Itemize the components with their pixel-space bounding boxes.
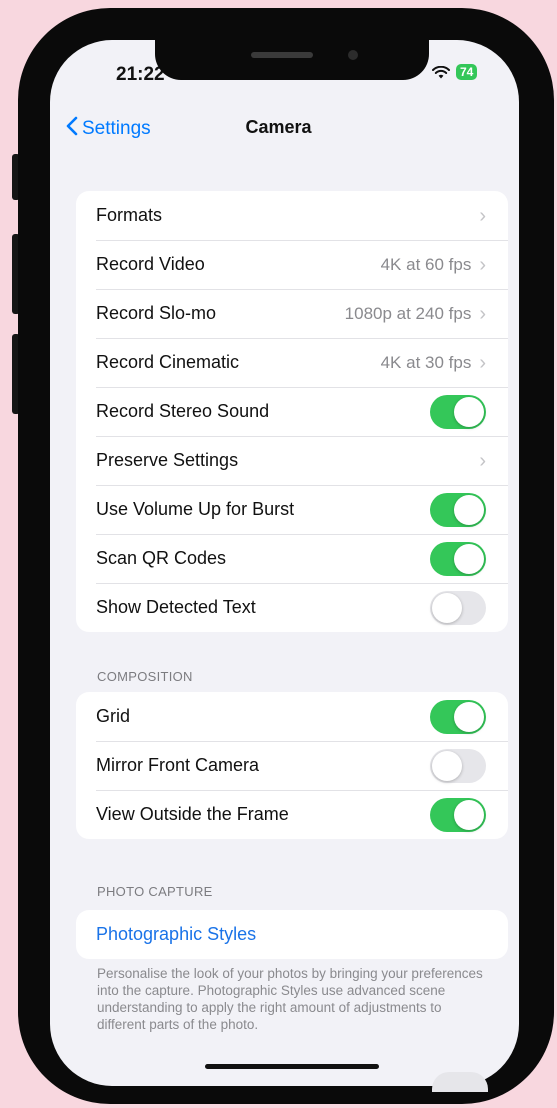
row-value: 1080p at 240 fps <box>344 303 472 323</box>
camera-settings-group: Formats › Record Video 4K at 60 fps › Re… <box>76 191 508 632</box>
chevron-left-icon <box>66 116 78 142</box>
row-value: 4K at 30 fps <box>380 352 472 372</box>
formats-row[interactable]: Formats › <box>76 191 508 240</box>
photographic-styles-link[interactable]: Photographic Styles <box>76 910 508 959</box>
view-outside-frame-toggle[interactable] <box>430 797 486 832</box>
partially-visible-toggle[interactable] <box>432 1072 488 1092</box>
mirror-front-camera-row: Mirror Front Camera <box>76 741 508 790</box>
scan-qr-codes-toggle[interactable] <box>430 541 486 576</box>
row-label: Record Slo-mo <box>96 303 217 323</box>
toggle-knob <box>454 494 484 525</box>
row-label: Mirror Front Camera <box>96 755 260 775</box>
show-detected-text-toggle[interactable] <box>430 590 486 625</box>
photo-capture-group: Photographic Styles <box>76 910 508 959</box>
toggle-knob <box>454 799 484 830</box>
status-time: 21:22 <box>116 64 165 85</box>
home-indicator[interactable] <box>205 1064 379 1069</box>
status-icons: 74 <box>432 64 478 80</box>
composition-group: Grid Mirror Front Camera View Outside th… <box>76 692 508 839</box>
row-label: Photographic Styles <box>96 924 257 944</box>
row-label: Grid <box>96 706 131 726</box>
mirror-front-camera-toggle[interactable] <box>430 748 486 783</box>
chevron-right-icon: › <box>479 302 486 325</box>
scan-qr-codes-row: Scan QR Codes <box>76 534 508 583</box>
record-video-row[interactable]: Record Video 4K at 60 fps › <box>76 240 508 289</box>
photo-capture-header: PHOTO CAPTURE <box>97 884 213 899</box>
view-outside-frame-row: View Outside the Frame <box>76 790 508 839</box>
dynamic-notch <box>155 40 429 80</box>
battery-icon: 74 <box>456 64 478 80</box>
front-camera <box>348 50 358 60</box>
volume-up-burst-row: Use Volume Up for Burst <box>76 485 508 534</box>
chevron-right-icon: › <box>479 253 486 276</box>
composition-header: COMPOSITION <box>97 669 193 684</box>
record-stereo-sound-row: Record Stereo Sound <box>76 387 508 436</box>
row-label: Use Volume Up for Burst <box>96 499 295 519</box>
record-slo-mo-row[interactable]: Record Slo-mo 1080p at 240 fps › <box>76 289 508 338</box>
chevron-right-icon: › <box>479 351 486 374</box>
row-label: Show Detected Text <box>96 597 256 617</box>
chevron-right-icon: › <box>479 449 486 472</box>
wifi-icon <box>432 65 450 79</box>
volume-up-burst-toggle[interactable] <box>430 492 486 527</box>
toggle-knob <box>454 543 484 574</box>
speaker-grille <box>251 52 313 58</box>
row-label: Record Cinematic <box>96 352 240 372</box>
record-stereo-sound-toggle[interactable] <box>430 394 486 429</box>
row-label: Formats <box>96 205 163 225</box>
row-label: Record Stereo Sound <box>96 401 270 421</box>
row-label: Preserve Settings <box>96 450 239 470</box>
preserve-settings-row[interactable]: Preserve Settings › <box>76 436 508 485</box>
photographic-styles-footer: Personalise the look of your photos by b… <box>97 966 483 1032</box>
record-cinematic-row[interactable]: Record Cinematic 4K at 30 fps › <box>76 338 508 387</box>
grid-toggle[interactable] <box>430 699 486 734</box>
toggle-knob <box>454 701 484 732</box>
row-label: Scan QR Codes <box>96 548 227 568</box>
row-label: Record Video <box>96 254 205 274</box>
row-label: View Outside the Frame <box>96 804 289 824</box>
toggle-knob <box>432 750 462 781</box>
chevron-right-icon: › <box>479 204 486 227</box>
show-detected-text-row: Show Detected Text <box>76 583 508 632</box>
grid-row: Grid <box>76 692 508 741</box>
toggle-knob <box>432 592 462 623</box>
toggle-knob <box>454 396 484 427</box>
back-label: Settings <box>82 118 151 139</box>
back-button[interactable]: Settings <box>66 116 151 142</box>
row-value: 4K at 60 fps <box>380 254 472 274</box>
